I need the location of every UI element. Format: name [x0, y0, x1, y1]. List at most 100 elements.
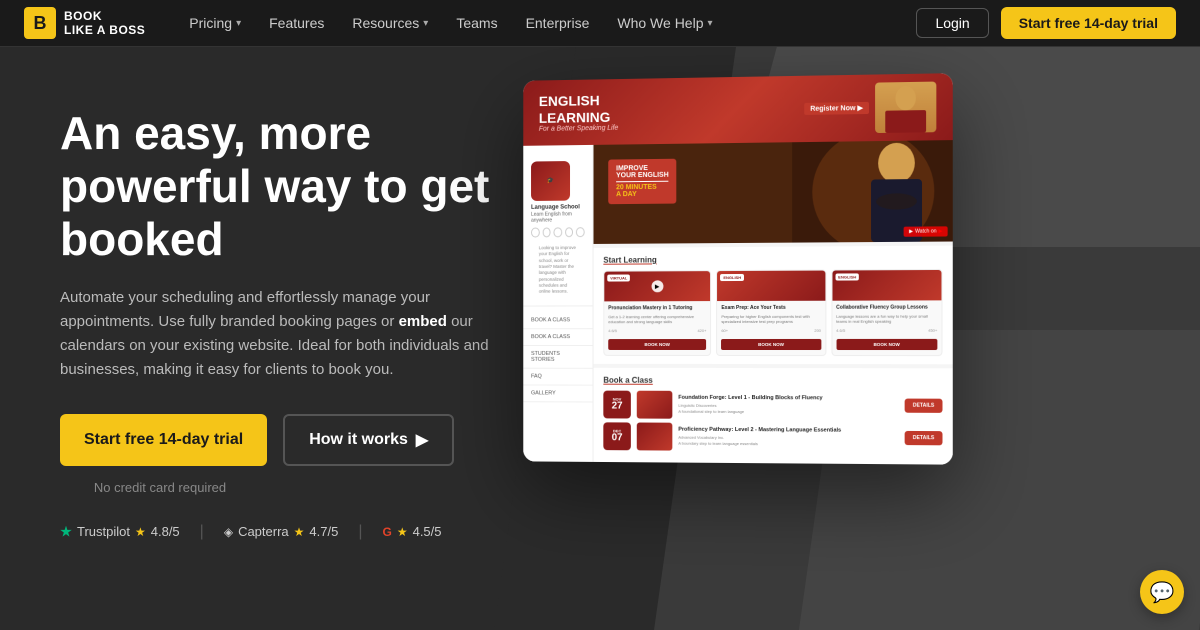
nav-item-teams[interactable]: Teams: [444, 9, 509, 37]
course-cards: VIRTUAL ▶ Pronunciation Mastery in 1 Tut…: [603, 269, 942, 356]
banner-person-image: [875, 82, 936, 134]
ratings-bar: Trustpilot ★ 4.8/5 | ◈ Capterra ★ 4.7/5 …: [60, 523, 555, 541]
how-it-works-button[interactable]: How it works ▶: [283, 414, 454, 466]
sidebar-info-text: Looking to improve your English for scho…: [531, 241, 585, 299]
card-3-body: Collaborative Fluency Group Lessons Lang…: [832, 300, 941, 354]
card-1-desc: Get a 1-2 learning center offering compr…: [608, 314, 706, 325]
nav-item-pricing[interactable]: Pricing▾: [177, 9, 253, 37]
card-2-badge: ENGLISH: [720, 274, 744, 281]
capterra-icon: ◈: [224, 525, 233, 539]
book-class-section: Book a Class Nov 27 Foundation Forge: Le…: [594, 367, 953, 464]
login-button[interactable]: Login: [916, 8, 988, 38]
card-3-badge: ENGLISH: [835, 273, 859, 280]
capterra-score: 4.7/5: [309, 524, 338, 539]
social-icon-1: [531, 228, 539, 238]
card-1-title: Pronunciation Mastery in 1 Tutoring: [608, 305, 706, 312]
sidebar-nav-gallery[interactable]: GALLERY: [523, 385, 592, 402]
sidebar-social: [531, 227, 585, 237]
book-row-1: Nov 27 Foundation Forge: Level 1 - Build…: [603, 390, 942, 419]
sidebar-logo: 🎓: [531, 161, 570, 201]
mockup-sidebar: 🎓 Language School Learn English from any…: [523, 145, 593, 462]
card-2-title: Exam Prep: Ace Your Tests: [721, 305, 821, 312]
social-icon-3: [554, 228, 562, 238]
sidebar-nav-book-class[interactable]: BOOK A CLASS: [523, 312, 592, 329]
card-2-image: ENGLISH: [717, 271, 825, 302]
card-3-reviews: 450+: [928, 327, 937, 332]
hero-section: An easy, more powerful way to get booked…: [0, 47, 1200, 630]
divider-1: |: [200, 523, 204, 541]
capterra-label: Capterra: [238, 524, 289, 539]
book-row-2: Dec 07 Proficiency Pathway: Level 2 - Ma…: [603, 422, 942, 452]
book-date-2: Dec 07: [603, 422, 631, 450]
trustpilot-stars: ★: [135, 525, 146, 539]
card-2-book-btn[interactable]: BOOK NOW: [721, 339, 821, 350]
card-1: VIRTUAL ▶ Pronunciation Mastery in 1 Tut…: [603, 270, 711, 356]
card-2-body: Exam Prep: Ace Your Tests Preparing for …: [717, 301, 825, 355]
video-thumbnail[interactable]: IMPROVE YOUR ENGLISH 20 MINUTES A DAY ▶ …: [594, 140, 953, 244]
nav-item-resources[interactable]: Resources▾: [340, 9, 440, 37]
video-text-overlay: IMPROVE YOUR ENGLISH 20 MINUTES A DAY: [608, 159, 676, 204]
card-1-rating: 4.6/5: [608, 328, 617, 333]
mockup-main-content: IMPROVE YOUR ENGLISH 20 MINUTES A DAY ▶ …: [594, 140, 953, 464]
sidebar-nav-stories[interactable]: STUDENTS STORIES: [523, 346, 592, 369]
card-1-reviews: 420+: [697, 328, 706, 333]
start-trial-button[interactable]: Start free 14-day trial: [1001, 7, 1176, 39]
logo-icon: B: [24, 7, 56, 39]
mockup-body: 🎓 Language School Learn English from any…: [523, 140, 952, 464]
capterra-stars: ★: [294, 525, 305, 539]
nav-items: Pricing▾ Features Resources▾ Teams Enter…: [177, 9, 916, 37]
no-credit-card-text: No credit card required: [60, 480, 260, 495]
hero-trial-button[interactable]: Start free 14-day trial: [60, 414, 267, 466]
card-1-meta: 4.6/5 420+: [608, 328, 706, 333]
card-1-badge: VIRTUAL: [607, 275, 630, 282]
nav-item-enterprise[interactable]: Enterprise: [514, 9, 602, 37]
g2-score: 4.5/5: [413, 524, 442, 539]
video-section: IMPROVE YOUR ENGLISH 20 MINUTES A DAY ▶ …: [594, 140, 953, 244]
card-1-body: Pronunciation Mastery in 1 Tutoring Get …: [604, 301, 710, 355]
book-details-btn-1[interactable]: DETAILS: [905, 398, 943, 412]
book-info-2: Proficiency Pathway: Level 2 - Mastering…: [678, 427, 898, 448]
chat-button[interactable]: 💬: [1140, 570, 1184, 614]
card-1-image: VIRTUAL ▶: [604, 271, 710, 301]
sidebar-logo-area: 🎓 Language School Learn English from any…: [523, 155, 592, 306]
sidebar-school-desc: Learn English from anywhere: [531, 212, 585, 224]
g2-rating: G ★ 4.5/5: [382, 524, 441, 539]
logo-text: BOOK LIKE A BOSS: [64, 9, 145, 38]
register-btn[interactable]: Register Now ▶: [804, 102, 869, 115]
g2-icon: G: [382, 525, 391, 539]
trustpilot-rating: Trustpilot ★ 4.8/5: [60, 524, 180, 539]
capterra-rating: ◈ Capterra ★ 4.7/5: [224, 524, 339, 539]
hero-subtitle: Automate your scheduling and effortlessl…: [60, 286, 500, 382]
book-date-1: Nov 27: [603, 390, 631, 418]
card-3-meta: 4.6/5 450+: [836, 327, 937, 332]
social-icon-5: [576, 227, 584, 237]
g2-stars: ★: [397, 525, 408, 539]
card-2-reviews: 200: [814, 328, 821, 333]
hero-buttons: Start free 14-day trial How it works ▶: [60, 414, 555, 466]
sidebar-nav-book-class-2[interactable]: BOOK A CLASS: [523, 329, 592, 346]
card-3-book-btn[interactable]: BOOK NOW: [836, 339, 937, 350]
social-icon-4: [565, 227, 573, 237]
nav-item-features[interactable]: Features: [257, 9, 336, 37]
book-class-image-2: [637, 422, 673, 450]
card-3-desc: Language lessons are a fun way to help y…: [836, 313, 937, 324]
video-play-button[interactable]: ▶ Watch on ▶: [904, 226, 948, 236]
book-class-title: Book a Class: [603, 375, 942, 385]
mockup-browser: ENGLISH LEARNING For a Better Speaking L…: [523, 73, 952, 464]
social-icon-2: [542, 228, 550, 238]
sidebar-nav-faq[interactable]: FAQ: [523, 368, 592, 385]
logo[interactable]: B BOOK LIKE A BOSS: [24, 7, 145, 39]
banner-text: ENGLISH LEARNING For a Better Speaking L…: [539, 92, 619, 133]
card-1-play-icon: ▶: [651, 280, 663, 292]
card-3-title: Collaborative Fluency Group Lessons: [836, 304, 937, 311]
divider-2: |: [358, 523, 362, 541]
navigation: B BOOK LIKE A BOSS Pricing▾ Features Res…: [0, 0, 1200, 47]
book-details-btn-2[interactable]: DETAILS: [905, 431, 943, 445]
card-1-book-btn[interactable]: BOOK NOW: [608, 339, 706, 350]
card-2-desc: Preparing for higher English components …: [721, 313, 821, 324]
start-learning-title: Start Learning: [603, 254, 942, 265]
nav-actions: Login Start free 14-day trial: [916, 7, 1176, 39]
mockup-preview: ENGLISH LEARNING For a Better Speaking L…: [523, 73, 952, 621]
nav-item-who-we-help[interactable]: Who We Help▾: [605, 9, 724, 37]
mockup-banner: ENGLISH LEARNING For a Better Speaking L…: [523, 73, 952, 146]
